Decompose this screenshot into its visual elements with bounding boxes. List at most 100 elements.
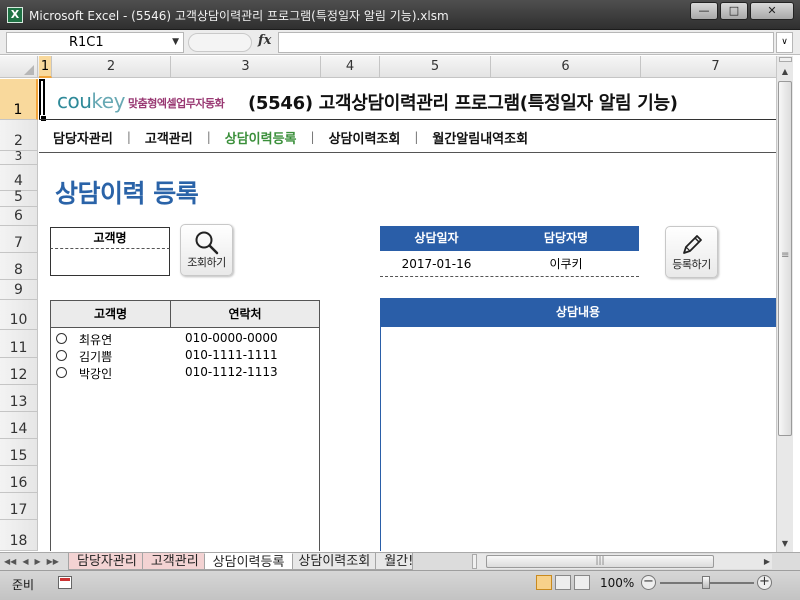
- customer-table: 최유연 010-0000-0000 김기쁨 010-1111-1111 박강인 …: [50, 328, 320, 551]
- table-row[interactable]: 김기쁨 010-1111-1111: [51, 347, 319, 364]
- customer-name-input[interactable]: [50, 249, 170, 276]
- row-header[interactable]: 2: [0, 120, 38, 151]
- consult-date-field[interactable]: 2017-01-16: [380, 253, 493, 276]
- zoom-in-icon[interactable]: +: [757, 575, 772, 590]
- name-box[interactable]: R1C1 ▼: [6, 32, 184, 53]
- nav-item-manager[interactable]: 담당자관리: [39, 128, 127, 147]
- column-header[interactable]: 2: [52, 56, 171, 78]
- worksheet[interactable]: coukey 맞춤형엑셀업무자동화 (5546) 고객상담이력관리 프로그램(특…: [39, 79, 776, 551]
- register-button-label: 등록하기: [672, 258, 711, 271]
- table-row[interactable]: 박강인 010-1112-1113: [51, 364, 319, 381]
- coukey-logo: coukey: [57, 89, 125, 113]
- magnifier-icon: [195, 231, 219, 255]
- formula-input[interactable]: [278, 32, 774, 53]
- column-header[interactable]: 6: [491, 56, 641, 78]
- radio-button[interactable]: [56, 333, 67, 344]
- row-header[interactable]: 1: [0, 79, 38, 120]
- row-header[interactable]: 12: [0, 358, 38, 385]
- status-bar: 준비 100% − +: [0, 570, 800, 600]
- scroll-thumb[interactable]: [778, 81, 792, 436]
- column-header-name: 고객명: [51, 301, 171, 327]
- normal-view-icon[interactable]: [536, 575, 552, 590]
- page-break-view-icon[interactable]: [574, 575, 590, 590]
- search-button[interactable]: 조회하기: [180, 224, 233, 276]
- formula-buttons: [188, 33, 252, 52]
- first-sheet-icon[interactable]: ◀◀: [4, 554, 16, 569]
- brand-key: key: [91, 89, 125, 113]
- zoom-level[interactable]: 100%: [600, 576, 634, 590]
- row-header[interactable]: 17: [0, 493, 38, 520]
- row-header[interactable]: 4: [0, 165, 38, 191]
- minimize-icon[interactable]: —: [690, 2, 718, 20]
- zoom-thumb[interactable]: [702, 576, 710, 589]
- column-header[interactable]: 5: [380, 56, 491, 78]
- excel-icon[interactable]: X: [7, 7, 23, 23]
- row-header[interactable]: 16: [0, 466, 38, 493]
- tab-customer[interactable]: 고객관리: [141, 553, 208, 570]
- tab-register-history[interactable]: 상담이력등록: [203, 553, 294, 570]
- row-header[interactable]: 18: [0, 520, 38, 551]
- next-sheet-icon[interactable]: ▶: [34, 554, 40, 569]
- chevron-down-icon[interactable]: ▼: [172, 33, 179, 52]
- prev-sheet-icon[interactable]: ◀: [22, 554, 28, 569]
- vertical-scrollbar[interactable]: ▲ ▼: [776, 56, 793, 552]
- tab-monthly[interactable]: 월간!: [375, 553, 414, 570]
- last-sheet-icon[interactable]: ▶▶: [47, 554, 59, 569]
- scroll-down-icon[interactable]: ▼: [777, 536, 793, 552]
- expand-formula-icon[interactable]: ∨: [776, 32, 793, 53]
- row-header[interactable]: 15: [0, 439, 38, 466]
- insert-function-icon[interactable]: fx: [258, 33, 271, 48]
- pencil-icon: [683, 235, 702, 254]
- horizontal-scrollbar[interactable]: ||| ▶: [472, 554, 772, 569]
- column-header[interactable]: 7: [641, 56, 791, 78]
- scroll-up-icon[interactable]: ▲: [777, 64, 793, 80]
- row-header[interactable]: 11: [0, 330, 38, 358]
- close-icon[interactable]: ✕: [750, 2, 794, 20]
- page-title: 상담이력 등록: [55, 179, 199, 208]
- divider: [39, 152, 776, 153]
- maximize-icon[interactable]: □: [720, 2, 748, 20]
- register-button[interactable]: 등록하기: [665, 226, 718, 278]
- scroll-right-icon[interactable]: ▶: [764, 554, 770, 569]
- row-header[interactable]: 7: [0, 226, 38, 253]
- radio-button[interactable]: [56, 350, 67, 361]
- row-header[interactable]: 8: [0, 253, 38, 280]
- column-header[interactable]: 4: [321, 56, 380, 78]
- page-layout-view-icon[interactable]: [555, 575, 571, 590]
- row-header[interactable]: 5: [0, 189, 38, 207]
- split-handle[interactable]: [779, 57, 792, 62]
- row-header[interactable]: 13: [0, 385, 38, 412]
- row-header[interactable]: 3: [0, 149, 38, 165]
- column-header[interactable]: 1: [39, 56, 52, 78]
- tab-manager[interactable]: 담당자관리: [68, 553, 146, 570]
- macro-record-icon[interactable]: [58, 576, 72, 589]
- row-header[interactable]: 14: [0, 412, 38, 439]
- column-header[interactable]: 3: [171, 56, 321, 78]
- scroll-thumb[interactable]: |||: [486, 555, 714, 568]
- column-headers: 1 2 3 4 5 6 7: [0, 56, 791, 78]
- radio-button[interactable]: [56, 367, 67, 378]
- manager-name-field[interactable]: 이쿠키: [493, 253, 639, 276]
- table-row[interactable]: 최유연 010-0000-0000: [51, 330, 319, 347]
- nav-item-history-search[interactable]: 상담이력조회: [315, 128, 415, 147]
- split-handle[interactable]: [472, 554, 477, 569]
- nav-item-register-history[interactable]: 상담이력등록: [211, 128, 311, 147]
- zoom-out-icon[interactable]: −: [641, 575, 656, 590]
- nav-menu: 담당자관리 | 고객관리 | 상담이력등록 | 상담이력조회 | 월간알림내역조…: [39, 126, 776, 148]
- select-all-corner[interactable]: [0, 56, 38, 78]
- nav-item-customer[interactable]: 고객관리: [131, 128, 207, 147]
- row-header[interactable]: 10: [0, 300, 38, 330]
- tab-history-search[interactable]: 상담이력조회: [289, 553, 380, 570]
- brand-main: cou: [57, 89, 92, 113]
- tab-navigation: ◀◀ ◀ ▶ ▶▶: [4, 554, 59, 569]
- customer-phone: 010-0000-0000: [185, 331, 278, 345]
- divider: [39, 119, 776, 120]
- consultation-content-input[interactable]: [380, 327, 776, 551]
- window-title: Microsoft Excel - (5546) 고객상담이력관리 프로그램(특…: [29, 9, 449, 23]
- row-header[interactable]: 6: [0, 207, 38, 226]
- customer-table-header: 고객명 연락처: [50, 300, 320, 328]
- nav-item-monthly-alerts[interactable]: 월간알림내역조회: [418, 128, 542, 147]
- app-title: (5546) 고객상담이력관리 프로그램(특정일자 알림 기능): [248, 93, 678, 114]
- consultation-content-header: 상담내용: [380, 298, 776, 327]
- row-header[interactable]: 9: [0, 280, 38, 300]
